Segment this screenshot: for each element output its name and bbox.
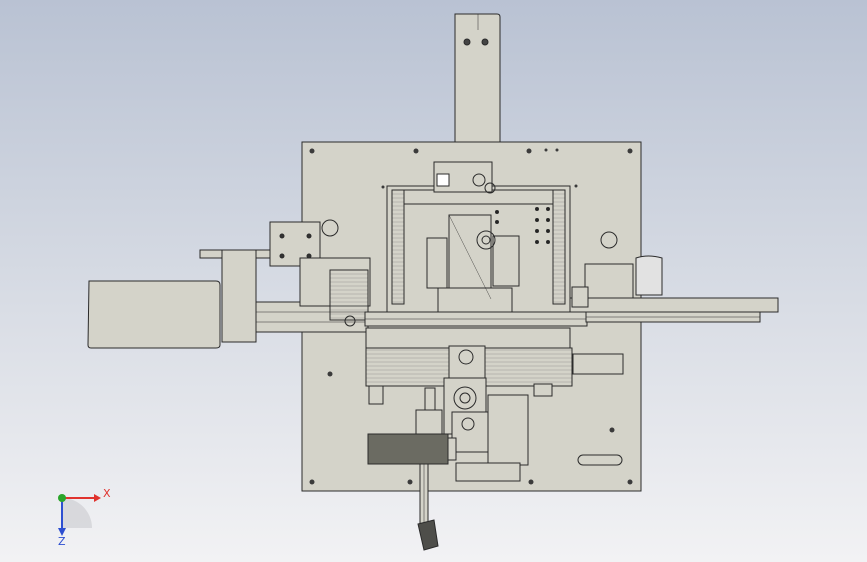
cad-model-view[interactable]: X Z [0,0,867,562]
cylinder-block [367,433,457,465]
x-axis-label: X [103,487,111,500]
x-axis-arrow-icon [94,494,101,502]
axis-triad: X Z [58,487,111,548]
z-axis-label: Z [58,535,66,548]
y-axis-dot-icon [58,494,66,502]
graphics-viewport[interactable]: X Z [0,0,867,562]
right-feeder [569,255,779,375]
